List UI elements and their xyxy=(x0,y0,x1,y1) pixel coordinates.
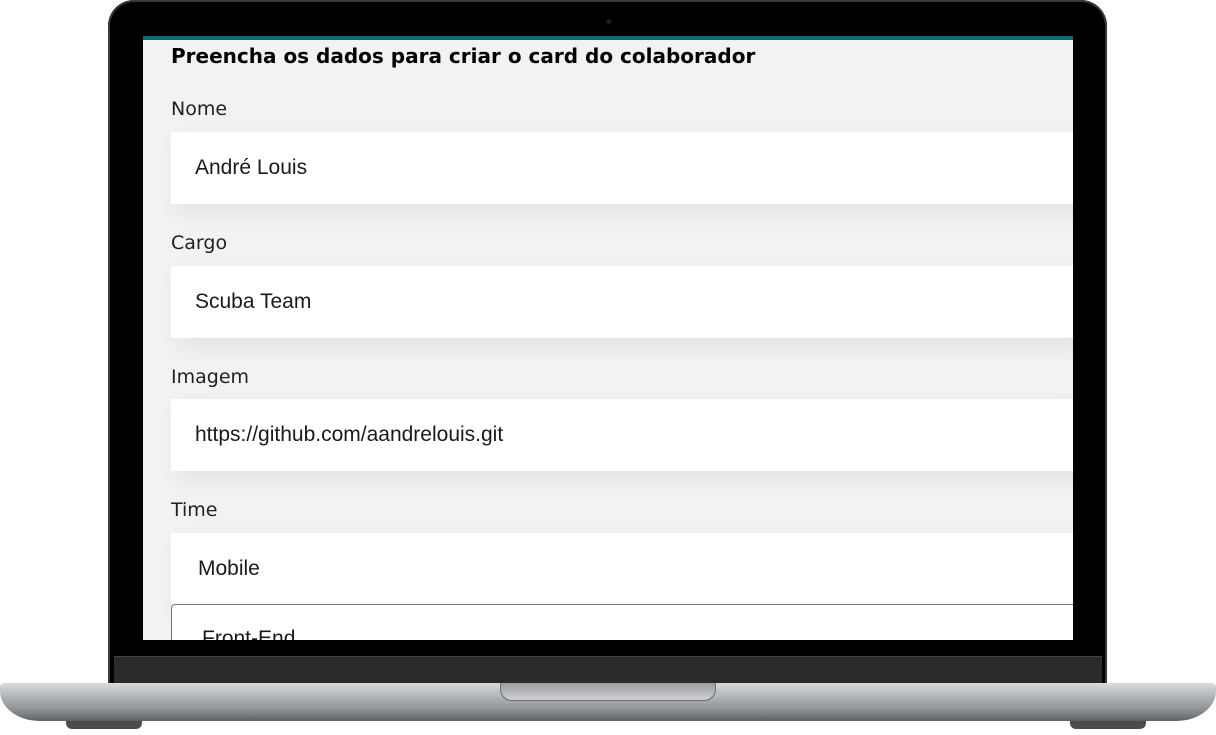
team-select[interactable]: Mobile xyxy=(171,533,1073,605)
screen: Preencha os dados para criar o card do c… xyxy=(143,36,1073,640)
name-label: Nome xyxy=(171,98,228,120)
form-title: Preencha os dados para criar o card do c… xyxy=(171,44,756,68)
name-input[interactable]: André Louis xyxy=(171,132,1073,204)
team-label: Time xyxy=(171,499,218,521)
laptop-chin xyxy=(114,656,1102,683)
team-dropdown-list[interactable]: Front-End xyxy=(171,604,1073,640)
image-label: Imagem xyxy=(171,366,250,388)
role-input[interactable]: Scuba Team xyxy=(171,266,1073,338)
laptop-foot-left xyxy=(66,721,142,729)
role-label: Cargo xyxy=(171,232,228,254)
laptop-foot-right xyxy=(1070,721,1146,729)
laptop-mockup: Preencha os dados para criar o card do c… xyxy=(0,0,1216,735)
camera-icon xyxy=(606,19,611,24)
accent-bar xyxy=(143,36,1073,40)
image-input[interactable]: https://github.com/aandrelouis.git xyxy=(171,399,1073,471)
laptop-notch xyxy=(500,683,716,701)
dropdown-option[interactable]: Front-End xyxy=(202,627,295,640)
